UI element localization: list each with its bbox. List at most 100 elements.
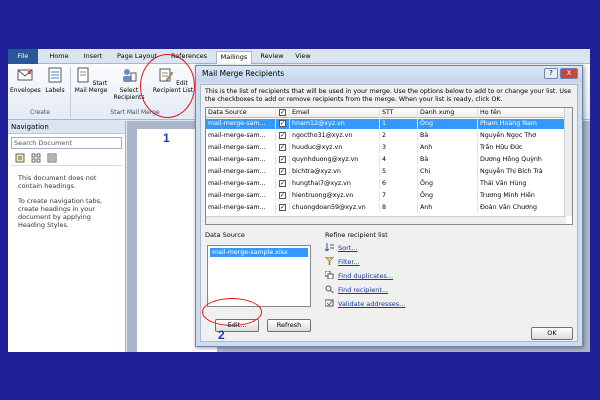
duplicates-icon: [325, 271, 334, 279]
find-recipient-link[interactable]: Find recipient...: [325, 285, 388, 295]
stt-cell: 3: [380, 143, 418, 153]
include-checkbox[interactable]: ✓: [279, 180, 286, 187]
data-source-cell: mail-merge-sam...: [206, 155, 276, 165]
create-headings-text: To create navigation tabs, create headin…: [18, 197, 103, 229]
include-checkbox[interactable]: ✓: [279, 120, 286, 127]
highlight-circle-edit-recipient-list: [140, 54, 195, 118]
checkbox-cell: ✓: [276, 203, 290, 213]
sort-link[interactable]: Sort...: [325, 243, 358, 253]
help-button[interactable]: ?: [544, 68, 558, 79]
data-source-cell: mail-merge-sam...: [206, 203, 276, 213]
dialog-description: This is the list of recipients that will…: [205, 88, 572, 103]
filter-link-label: Filter...: [338, 258, 360, 266]
email-cell: chuongdoan59@xyz.vn: [290, 203, 380, 213]
table-row[interactable]: mail-merge-sam... hungthai7@xyz.vn 6 Ông Thá…: [206, 179, 566, 189]
filter-link[interactable]: Filter...: [325, 257, 360, 267]
email-cell: ngoctho31@xyz.vn: [290, 131, 380, 141]
tab-mailings[interactable]: Mailings: [216, 51, 252, 65]
ok-button[interactable]: OK: [531, 327, 573, 340]
filter-icon: [325, 257, 334, 265]
dialog-title: Mail Merge Recipients: [202, 69, 285, 78]
find-duplicates-link[interactable]: Find duplicates...: [325, 271, 393, 281]
tab-insert[interactable]: Insert: [80, 51, 106, 63]
nav-view-tabs: [11, 152, 122, 166]
table-row[interactable]: mail-merge-sam... ngoctho31@xyz.vn 2 Bà Nguy…: [206, 131, 566, 141]
screenshot-frame: File Home Insert Page Layout References …: [0, 0, 600, 400]
checkbox-cell: ✓: [276, 167, 290, 177]
group-label-create: Create: [30, 109, 50, 116]
dialog-titlebar: Mail Merge Recipients ? X: [196, 66, 582, 82]
envelope-icon: [17, 69, 33, 81]
headings-view-icon[interactable]: [15, 153, 25, 163]
table-row[interactable]: mail-merge-sam... hnam12@xyz.vn 1 Ông Phạm H…: [206, 119, 566, 129]
danh-xung-cell: Ông: [418, 119, 478, 129]
ho-ten-cell: Thái Văn Hùng: [478, 179, 566, 189]
refresh-button[interactable]: Refresh: [267, 319, 311, 332]
checkbox-cell: ✓: [276, 131, 290, 141]
include-checkbox[interactable]: ✓: [279, 204, 286, 211]
horizontal-scrollbar[interactable]: [206, 216, 566, 224]
column-data-source[interactable]: Data Source: [206, 108, 276, 118]
column-email[interactable]: Email: [290, 108, 380, 118]
pages-view-icon[interactable]: [31, 153, 41, 163]
close-button[interactable]: X: [560, 68, 578, 79]
danh-xung-cell: Chị: [418, 167, 478, 177]
stt-cell: 6: [380, 179, 418, 189]
table-row[interactable]: mail-merge-sam... hientruong@xyz.vn 7 Ông Tr…: [206, 191, 566, 201]
search-input[interactable]: Search Document: [11, 137, 122, 149]
results-view-icon[interactable]: [47, 153, 57, 163]
tab-file[interactable]: File: [8, 49, 38, 64]
include-checkbox[interactable]: ✓: [279, 144, 286, 151]
include-checkbox[interactable]: ✓: [279, 156, 286, 163]
include-checkbox[interactable]: ✓: [279, 168, 286, 175]
table-row[interactable]: mail-merge-sam... quynhduong@xyz.vn 4 Bà Dươ…: [206, 155, 566, 165]
tab-view[interactable]: View: [292, 51, 314, 63]
labels-button[interactable]: Labels: [44, 67, 66, 94]
danh-xung-cell: Anh: [418, 143, 478, 153]
recipients-table: Data Source ✓ Email STT Danh xưng Họ tên…: [205, 107, 573, 225]
vertical-scrollbar[interactable]: [564, 108, 572, 216]
no-headings-text: This document does not contain headings.: [18, 174, 97, 190]
column-danh-xung[interactable]: Danh xưng: [418, 108, 478, 118]
envelopes-button[interactable]: Envelopes: [10, 67, 41, 94]
start-mail-merge-button[interactable]: Start Mail Merge: [74, 67, 108, 94]
table-row[interactable]: mail-merge-sam... chuongdoan59@xyz.vn 8 Anh…: [206, 203, 566, 213]
validate-addresses-link[interactable]: Validate addresses...: [325, 299, 405, 309]
stt-cell: 1: [380, 119, 418, 129]
find-duplicates-link-label: Find duplicates...: [338, 272, 394, 280]
column-ho-ten[interactable]: Họ tên: [478, 108, 566, 118]
danh-xung-cell: Anh: [418, 203, 478, 213]
data-source-cell: mail-merge-sam...: [206, 191, 276, 201]
email-cell: hungthai7@xyz.vn: [290, 179, 380, 189]
checkbox-cell: ✓: [276, 155, 290, 165]
data-source-cell: mail-merge-sam...: [206, 143, 276, 153]
navigation-message: This document does not contain headings.…: [8, 168, 125, 235]
column-stt[interactable]: STT: [380, 108, 418, 118]
email-cell: hientruong@xyz.vn: [290, 191, 380, 201]
tab-home[interactable]: Home: [46, 51, 72, 63]
include-checkbox[interactable]: ✓: [279, 132, 286, 139]
column-check[interactable]: ✓: [276, 108, 290, 118]
danh-xung-cell: Ông: [418, 191, 478, 201]
group-separator: [70, 67, 71, 117]
sort-link-label: Sort...: [338, 244, 358, 252]
stt-cell: 8: [380, 203, 418, 213]
danh-xung-cell: Bà: [418, 131, 478, 141]
envelopes-label: Envelopes: [10, 87, 41, 94]
find-recipient-link-label: Find recipient...: [338, 286, 389, 294]
table-header: Data Source ✓ Email STT Danh xưng Họ tên: [206, 108, 566, 118]
stt-cell: 4: [380, 155, 418, 165]
table-row[interactable]: mail-merge-sam... huuduc@xyz.vn 3 Anh Trần H…: [206, 143, 566, 153]
checkbox-cell: ✓: [276, 191, 290, 201]
data-source-cell: mail-merge-sam...: [206, 119, 276, 129]
include-checkbox[interactable]: ✓: [279, 192, 286, 199]
table-row[interactable]: mail-merge-sam... bichtra@xyz.vn 5 Chị Nguyễ…: [206, 167, 566, 177]
data-source-item[interactable]: mail-merge-sample.xlsx: [210, 248, 308, 257]
navigation-pane: Navigation Search Document This document…: [8, 121, 126, 352]
stt-cell: 7: [380, 191, 418, 201]
tab-review[interactable]: Review: [258, 51, 286, 63]
select-all-checkbox[interactable]: ✓: [279, 109, 286, 116]
step-number-1: 1: [163, 131, 170, 145]
ho-ten-cell: Trần Hữu Đức: [478, 143, 566, 153]
ho-ten-cell: Đoàn Văn Chương: [478, 203, 566, 213]
